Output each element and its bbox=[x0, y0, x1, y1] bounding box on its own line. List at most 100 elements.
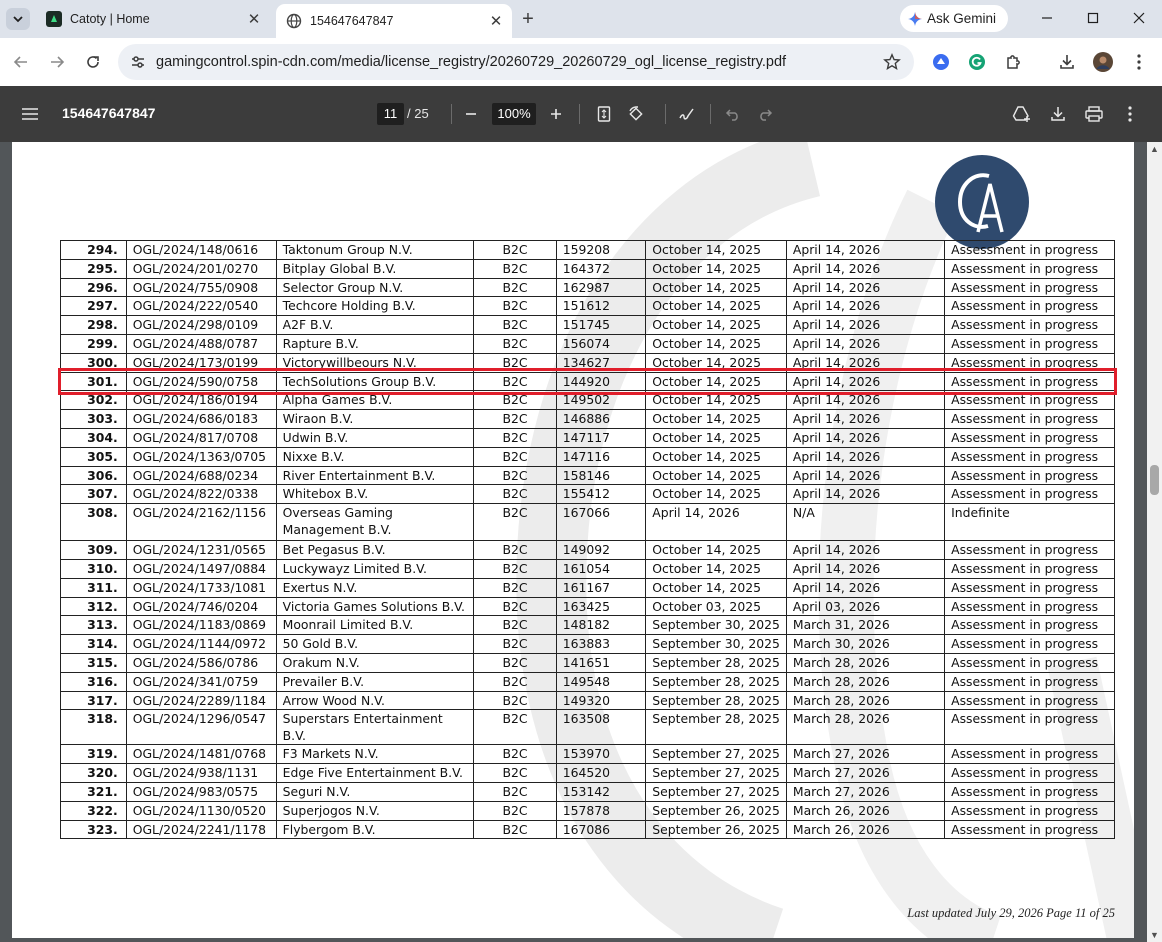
annotate-button[interactable] bbox=[675, 102, 699, 126]
row-number: 320. bbox=[60, 763, 127, 783]
license-status: Assessment in progress bbox=[944, 258, 1115, 279]
license-number: OGL/2024/148/0616 bbox=[125, 240, 277, 260]
undo-button[interactable] bbox=[721, 102, 745, 126]
download-icon bbox=[1051, 107, 1065, 121]
license-type: B2C bbox=[473, 503, 557, 542]
license-number: OGL/2024/688/0234 bbox=[125, 465, 277, 486]
back-button[interactable] bbox=[9, 50, 33, 74]
tab-pdf[interactable]: 154647647847 ✕ bbox=[276, 4, 512, 38]
arrow-right-icon bbox=[51, 56, 65, 68]
issue-date: September 26, 2025 bbox=[645, 800, 787, 821]
print-button[interactable] bbox=[1082, 102, 1106, 126]
license-status: Assessment in progress bbox=[944, 652, 1115, 673]
company-name: Superstars Entertainment B.V. bbox=[275, 709, 475, 746]
close-window-button[interactable] bbox=[1124, 6, 1154, 30]
expiry-date: March 30, 2026 bbox=[785, 634, 946, 654]
downloads-button[interactable] bbox=[1055, 50, 1079, 74]
maximize-button[interactable] bbox=[1078, 6, 1108, 30]
redo-icon bbox=[760, 109, 773, 121]
registration-id: 155412 bbox=[555, 484, 647, 505]
close-tab-icon[interactable]: ✕ bbox=[486, 11, 506, 31]
tab-catoty-home[interactable]: Catoty | Home ✕ bbox=[36, 4, 270, 34]
registration-id: 163883 bbox=[555, 634, 647, 654]
license-type: B2C bbox=[473, 277, 557, 298]
pdf-more-button[interactable] bbox=[1118, 102, 1142, 126]
download-icon bbox=[1060, 55, 1074, 69]
license-type: B2C bbox=[473, 596, 557, 617]
pdf-download-button[interactable] bbox=[1046, 102, 1070, 126]
zoom-in-button[interactable] bbox=[544, 102, 568, 126]
kebab-menu-icon bbox=[1128, 106, 1132, 122]
site-info-icon[interactable] bbox=[126, 50, 150, 74]
row-number: 311. bbox=[60, 577, 127, 598]
extension-blue-button[interactable] bbox=[929, 50, 953, 74]
forward-button[interactable] bbox=[45, 50, 69, 74]
license-type: B2C bbox=[473, 652, 557, 673]
extensions-button[interactable] bbox=[1002, 50, 1026, 74]
pdf-menu-button[interactable] bbox=[18, 102, 42, 126]
scroll-up-icon[interactable]: ▲ bbox=[1150, 144, 1159, 154]
expiry-date: April 14, 2026 bbox=[785, 465, 946, 486]
url-text[interactable]: gamingcontrol.spin-cdn.com/media/license… bbox=[156, 54, 880, 70]
pdf-viewer[interactable]: 294. OGL/2024/148/0616 Taktonum Group N.V.… bbox=[0, 142, 1162, 942]
scrollbar-thumb[interactable] bbox=[1150, 465, 1159, 495]
zoom-out-button[interactable] bbox=[459, 102, 483, 126]
row-number: 317. bbox=[60, 690, 127, 711]
license-status: Assessment in progress bbox=[944, 240, 1115, 260]
ask-gemini-button[interactable]: Ask Gemini bbox=[900, 5, 1008, 32]
viewer-scrollbar[interactable]: ▲ ▼ bbox=[1147, 142, 1162, 942]
tab-search-button[interactable] bbox=[6, 8, 30, 30]
profile-avatar-button[interactable] bbox=[1091, 50, 1115, 74]
issue-date: October 14, 2025 bbox=[645, 240, 787, 260]
expiry-date: April 14, 2026 bbox=[785, 333, 946, 354]
license-status: Assessment in progress bbox=[944, 427, 1115, 448]
issue-date: September 28, 2025 bbox=[645, 652, 787, 673]
license-type: B2C bbox=[473, 371, 557, 392]
row-number: 297. bbox=[60, 296, 127, 317]
company-name: Wiraon B.V. bbox=[275, 409, 475, 429]
bookmark-star-icon[interactable] bbox=[880, 50, 904, 74]
company-name: Victorywillbeours N.V. bbox=[275, 352, 475, 373]
table-row: 309. OGL/2024/1231/0565 Bet Pegasus B.V. B2… bbox=[60, 540, 1115, 560]
license-number: OGL/2024/2162/1156 bbox=[125, 503, 277, 542]
license-type: B2C bbox=[473, 427, 557, 448]
reload-button[interactable] bbox=[81, 50, 105, 74]
table-row: 317. OGL/2024/2289/1184 Arrow Wood N.V. B2C… bbox=[60, 690, 1115, 711]
issue-date: September 30, 2025 bbox=[645, 634, 787, 654]
expiry-date: March 26, 2026 bbox=[785, 800, 946, 821]
save-to-drive-button[interactable] bbox=[1010, 102, 1034, 126]
browser-menu-button[interactable] bbox=[1127, 50, 1151, 74]
scroll-down-icon[interactable]: ▼ bbox=[1150, 930, 1159, 940]
expiry-date: March 28, 2026 bbox=[785, 709, 946, 746]
company-name: Orakum N.V. bbox=[275, 652, 475, 673]
expiry-date: April 14, 2026 bbox=[785, 390, 946, 411]
license-status: Assessment in progress bbox=[944, 484, 1115, 505]
new-tab-button[interactable]: + bbox=[516, 8, 540, 30]
kebab-menu-icon bbox=[1137, 54, 1141, 70]
issue-date: October 14, 2025 bbox=[645, 277, 787, 298]
close-tab-icon[interactable]: ✕ bbox=[244, 9, 264, 29]
zoom-level-input[interactable]: 100% bbox=[492, 103, 536, 125]
table-row: 299. OGL/2024/488/0787 Rapture B.V. B2C 1560… bbox=[60, 333, 1115, 354]
license-number: OGL/2024/1183/0869 bbox=[125, 615, 277, 636]
table-row: 316. OGL/2024/341/0759 Prevailer B.V. B2C 14… bbox=[60, 671, 1115, 692]
page-number-input[interactable]: 11 bbox=[377, 103, 404, 125]
expiry-date: March 28, 2026 bbox=[785, 652, 946, 673]
expiry-date: April 03, 2026 bbox=[785, 596, 946, 617]
address-bar[interactable]: gamingcontrol.spin-cdn.com/media/license… bbox=[118, 44, 914, 80]
redo-button[interactable] bbox=[753, 102, 777, 126]
minimize-button[interactable] bbox=[1032, 6, 1062, 30]
row-number: 315. bbox=[60, 652, 127, 673]
pdf-toolbar: 154647647847 11 / 25 100% bbox=[0, 86, 1162, 142]
registration-id: 147117 bbox=[555, 427, 647, 448]
extension-grammarly-button[interactable] bbox=[965, 50, 989, 74]
rotate-button[interactable] bbox=[624, 102, 648, 126]
license-type: B2C bbox=[473, 240, 557, 260]
registration-id: 161054 bbox=[555, 558, 647, 579]
license-registry-table: 294. OGL/2024/148/0616 Taktonum Group N.V.… bbox=[60, 240, 1115, 840]
license-status: Assessment in progress bbox=[944, 744, 1115, 765]
license-type: B2C bbox=[473, 390, 557, 411]
registration-id: 149092 bbox=[555, 540, 647, 560]
company-name: Edge Five Entertainment B.V. bbox=[275, 763, 475, 783]
fit-page-button[interactable] bbox=[592, 102, 616, 126]
